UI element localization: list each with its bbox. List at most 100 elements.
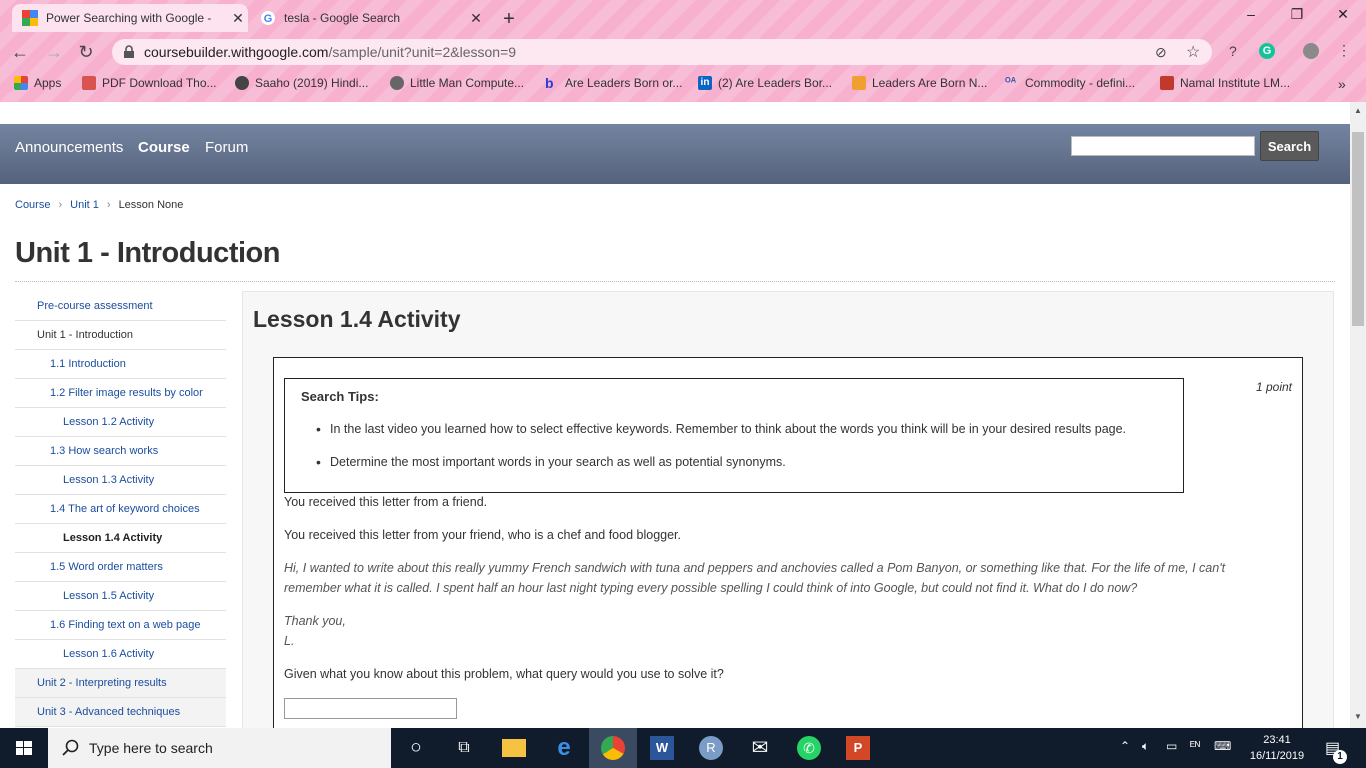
bookmark-label: Saaho (2019) Hindi...: [255, 76, 369, 90]
svg-text:G: G: [264, 13, 273, 25]
volume-icon[interactable]: 🔈︎: [1142, 739, 1149, 754]
powerpoint-icon[interactable]: P: [846, 736, 870, 760]
new-tab-button[interactable]: +: [498, 8, 520, 31]
tips-title: Search Tips:: [301, 389, 379, 404]
sidebar-item-unit-2[interactable]: Unit 2 - Interpreting results: [15, 669, 226, 698]
grammarly-icon[interactable]: G: [1259, 43, 1275, 59]
google-favicon-icon: G: [261, 11, 275, 25]
system-clock[interactable]: 23:41 16/11/2019: [1244, 732, 1310, 764]
bookmark-label: (2) Are Leaders Bor...: [718, 76, 833, 90]
breadcrumb-course[interactable]: Course: [15, 199, 50, 211]
sidebar-item-1-2[interactable]: 1.2 Filter image results by color: [15, 379, 226, 408]
breadcrumb-unit[interactable]: Unit 1: [70, 199, 99, 211]
page-scrollbar[interactable]: ▲ ▼: [1350, 102, 1366, 728]
graduation-cap-icon: [1160, 76, 1174, 90]
pdf-icon: [82, 76, 96, 90]
network-icon[interactable]: ▭: [1166, 739, 1177, 753]
sidebar-item-lesson-1-3[interactable]: Lesson 1.3 Activity: [15, 466, 226, 495]
site-search-input[interactable]: [1071, 136, 1255, 156]
page-title: Unit 1 - Introduction: [15, 237, 280, 269]
sidebar-item-1-3[interactable]: 1.3 How search works: [15, 437, 226, 466]
clock-date: 16/11/2019: [1249, 750, 1305, 762]
answer-input[interactable]: [284, 698, 457, 719]
browser-chrome: Power Searching with Google - ✕ G tesla …: [0, 0, 1366, 102]
bookmark-item[interactable]: ᴼᴬ Commodity - defini...: [1005, 76, 1135, 90]
course-favicon-icon: [22, 10, 38, 26]
sidebar-item-lesson-1-6[interactable]: Lesson 1.6 Activity: [15, 640, 226, 669]
nav-announcements[interactable]: Announcements: [15, 139, 123, 156]
bookmark-label: Little Man Compute...: [410, 76, 525, 90]
tab-tesla-search[interactable]: G tesla - Google Search ✕: [250, 4, 486, 32]
linkedin-icon: in: [698, 76, 712, 90]
minimize-button[interactable]: –: [1228, 6, 1274, 26]
letter-line: remember what it is called. I spent half…: [284, 581, 1138, 595]
address-bar[interactable]: coursebuilder.withgoogle.com/sample/unit…: [112, 39, 1212, 65]
keyboard-icon[interactable]: ⌨: [1214, 739, 1231, 753]
letter-signature: L.: [284, 634, 295, 648]
file-explorer-icon[interactable]: [502, 739, 526, 757]
more-bookmarks-button[interactable]: »: [1338, 76, 1346, 92]
extension-icon[interactable]: ?: [1229, 43, 1237, 59]
sidebar-item-1-1[interactable]: 1.1 Introduction: [15, 350, 226, 379]
breadcrumb-separator: ›: [58, 199, 63, 211]
language-icon[interactable]: ᴱᴺ: [1190, 739, 1200, 753]
sidebar-item-lesson-1-5[interactable]: Lesson 1.5 Activity: [15, 582, 226, 611]
sidebar-item-lesson-1-2[interactable]: Lesson 1.2 Activity: [15, 408, 226, 437]
bookmark-item[interactable]: PDF Download Tho...: [82, 76, 217, 90]
url-path: /sample/unit?unit=2&lesson=9: [328, 44, 517, 60]
forward-icon[interactable]: →: [44, 42, 64, 62]
r-icon[interactable]: R: [699, 736, 723, 760]
bookmark-item[interactable]: b Are Leaders Born or...: [545, 76, 682, 90]
nav-forum[interactable]: Forum: [205, 139, 248, 156]
reload-icon[interactable]: ↻: [76, 42, 96, 62]
taskbar-search-box[interactable]: Type here to search: [48, 728, 391, 768]
translate-blocked-icon[interactable]: ⊘: [1155, 44, 1167, 61]
mail-icon[interactable]: ✉: [748, 736, 772, 760]
tip-item: In the last video you learned how to sel…: [316, 421, 1126, 437]
word-icon[interactable]: W: [650, 736, 674, 760]
tab-power-searching[interactable]: Power Searching with Google - ✕: [12, 4, 248, 32]
close-tab-icon[interactable]: ✕: [228, 10, 248, 27]
close-window-button[interactable]: ✕: [1320, 6, 1366, 26]
bookmark-apps[interactable]: Apps: [14, 76, 61, 90]
task-view-icon[interactable]: ⧉: [452, 736, 476, 760]
whatsapp-icon[interactable]: ✆: [797, 736, 821, 760]
scroll-down-icon[interactable]: ▼: [1350, 712, 1366, 721]
bookmark-label: Commodity - defini...: [1025, 76, 1136, 90]
points-label: 1 point: [1255, 380, 1292, 394]
chrome-icon[interactable]: [601, 736, 625, 760]
profile-avatar[interactable]: [1303, 43, 1319, 59]
sidebar-item-1-5[interactable]: 1.5 Word order matters: [15, 553, 226, 582]
edge-icon[interactable]: e: [552, 736, 576, 760]
maximize-button[interactable]: ❐: [1274, 6, 1320, 26]
bookmark-star-icon[interactable]: ☆: [1186, 42, 1200, 62]
breadcrumb-lesson: Lesson None: [118, 199, 184, 211]
taskbar-search-placeholder: Type here to search: [89, 740, 213, 756]
bookmark-item[interactable]: in (2) Are Leaders Bor...: [698, 76, 832, 90]
scroll-thumb[interactable]: [1352, 132, 1364, 326]
search-icon: [62, 739, 79, 756]
sidebar-item-unit-3[interactable]: Unit 3 - Advanced techniques: [15, 698, 226, 727]
windows-start-icon[interactable]: [0, 728, 48, 768]
menu-icon[interactable]: ⋮: [1337, 42, 1351, 59]
bookmark-item[interactable]: Leaders Are Born N...: [852, 76, 987, 90]
scroll-up-icon[interactable]: ▲: [1350, 106, 1366, 115]
cortana-icon[interactable]: ○: [404, 736, 428, 760]
bookmark-item[interactable]: Namal Institute LM...: [1160, 76, 1290, 90]
sidebar-item-1-4[interactable]: 1.4 The art of keyword choices: [15, 495, 226, 524]
intro-text: You received this letter from a friend.: [284, 495, 488, 509]
bookmark-item[interactable]: Saaho (2019) Hindi...: [235, 76, 368, 90]
nav-course[interactable]: Course: [138, 139, 190, 156]
close-tab-icon[interactable]: ✕: [466, 10, 486, 27]
notification-badge: 1: [1333, 750, 1347, 764]
sidebar-item-1-6[interactable]: 1.6 Finding text on a web page: [15, 611, 226, 640]
course-sidebar: Pre-course assessment Unit 1 - Introduct…: [15, 292, 226, 727]
back-icon[interactable]: ←: [10, 42, 30, 62]
sidebar-item-pre-course[interactable]: Pre-course assessment: [15, 292, 226, 321]
tray-expand-icon[interactable]: ⌃: [1120, 739, 1130, 753]
site-search-button[interactable]: Search: [1260, 131, 1319, 161]
breadcrumb: Course › Unit 1 › Lesson None: [15, 199, 183, 211]
bookmark-label: Namal Institute LM...: [1180, 76, 1291, 90]
bookmark-item[interactable]: Little Man Compute...: [390, 76, 524, 90]
globe-icon: [390, 76, 404, 90]
